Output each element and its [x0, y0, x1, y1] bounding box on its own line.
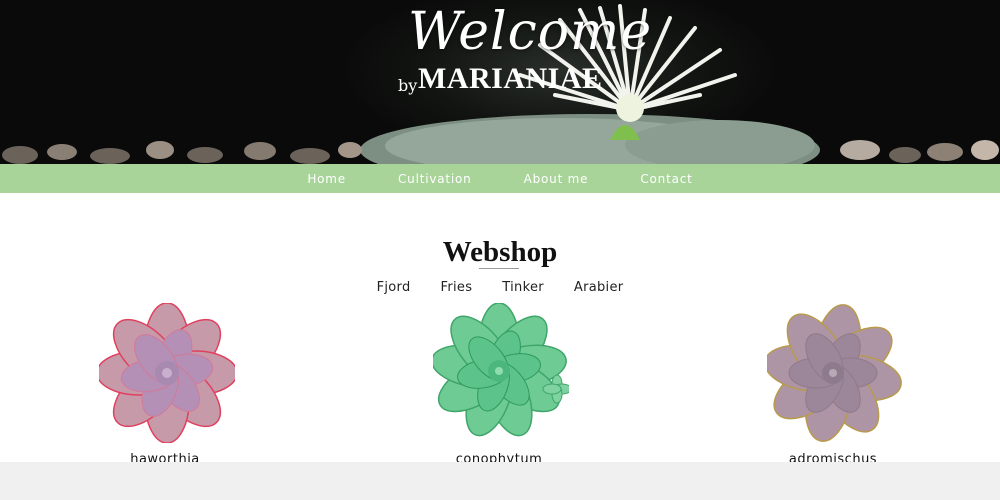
webshop-title: Webshop — [442, 236, 558, 268]
hero-brand-name: MARIANIAE — [418, 62, 603, 95]
product-card[interactable]: haworthia — [65, 303, 265, 468]
nav-item-contact[interactable]: Contact — [640, 172, 692, 186]
product-card[interactable]: adromischus — [733, 303, 933, 468]
filter-fjord[interactable]: Fjord — [377, 280, 411, 295]
filter-fries[interactable]: Fries — [441, 280, 473, 295]
mauve-succulent-icon — [767, 304, 902, 442]
nav-item-home[interactable]: Home — [307, 172, 346, 186]
green-succulent-icon — [433, 303, 569, 437]
main-nav: Home Cultivation About me Contact — [0, 164, 1000, 193]
filter-tinker[interactable]: Tinker — [502, 280, 544, 295]
title-underline — [479, 268, 519, 269]
pink-succulent-icon — [99, 303, 235, 443]
hero-by-text: by — [398, 76, 418, 95]
footer-band — [0, 462, 1000, 500]
nav-item-about-me[interactable]: About me — [524, 172, 589, 186]
filter-arabier[interactable]: Arabier — [574, 280, 624, 295]
hero-banner: Welcome by MARIANIAE — [0, 0, 1000, 164]
hero-welcome-script: Welcome — [408, 2, 653, 62]
filter-bar: Fjord Fries Tinker Arabier — [0, 280, 1000, 295]
nav-item-cultivation[interactable]: Cultivation — [398, 172, 472, 186]
product-card[interactable]: conophytum — [399, 303, 599, 468]
